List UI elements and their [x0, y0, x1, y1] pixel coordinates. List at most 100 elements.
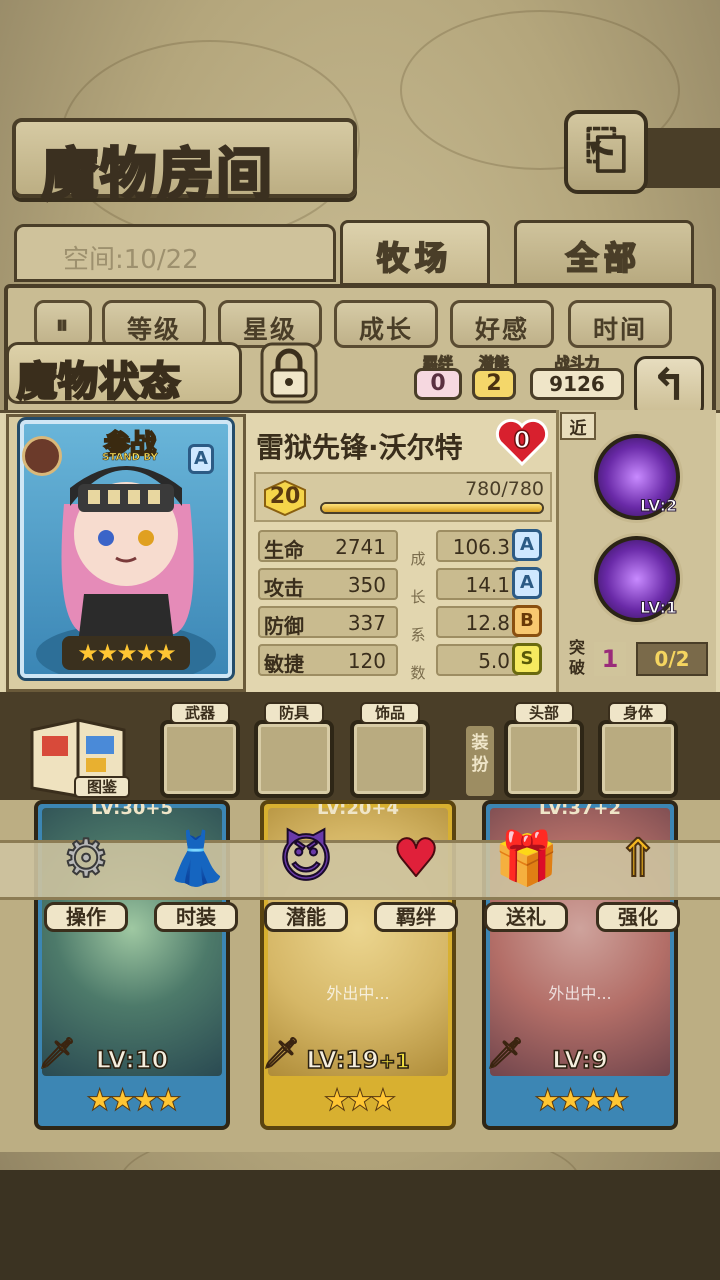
slot-box: [598, 720, 678, 798]
exp-bar: [320, 502, 544, 514]
slot-label: 防具: [264, 702, 324, 724]
skill-slot[interactable]: LV:2: [594, 434, 680, 520]
stat-growth: 14.1: [465, 573, 510, 597]
armor-slot[interactable]: 防具: [254, 702, 334, 800]
stat-value: 120: [347, 649, 386, 673]
stat-growth: 5.0: [478, 649, 510, 673]
star-rating: ★★★★★: [62, 636, 190, 670]
sort-time-button[interactable]: 时间: [568, 300, 672, 348]
gift-button[interactable]: 🎁 送礼: [480, 822, 570, 934]
heart-value: 0: [513, 425, 531, 455]
tab-all[interactable]: 全部: [514, 220, 694, 286]
slot-box: [160, 720, 240, 798]
stat-value: 350: [347, 573, 386, 597]
operate-button[interactable]: ⚙ 操作: [40, 822, 130, 934]
slot-label: 武器: [170, 702, 230, 724]
padlock-icon[interactable]: [258, 340, 320, 406]
slot-box: [504, 720, 584, 798]
power-badge: 战斗力 9126: [530, 352, 624, 402]
sword-icon: 🗡: [261, 1036, 301, 1072]
stat-name: 敏捷: [264, 652, 304, 676]
bond-heart-icon: 0: [494, 418, 550, 467]
rank-badge: A: [188, 444, 214, 474]
card-stars: ★★★★: [86, 1083, 183, 1119]
exp-fill: [322, 504, 542, 512]
grade-badge: A: [512, 529, 542, 561]
slot-label: 头部: [514, 702, 574, 724]
weapon-slot[interactable]: 武器: [160, 702, 240, 800]
pause-sort-icon: ⏸: [55, 310, 71, 339]
tab-label: 牧场: [376, 238, 453, 278]
sword-icon: 🗡: [485, 1036, 525, 1072]
upgrade-button[interactable]: ⇑ 强化: [592, 822, 682, 934]
grade-badge: S: [512, 643, 542, 675]
card-stars: ★★★★: [534, 1083, 631, 1119]
bond-badge: 羁绊 0: [414, 352, 462, 402]
back-button-rail: [640, 128, 720, 188]
upgrade-arrows-icon: ⇑: [615, 828, 661, 890]
grade-badge: A: [512, 567, 542, 599]
skill-level: LV:2: [639, 496, 678, 516]
card-status: 外出中...: [548, 984, 612, 1003]
skill-level: LV:1: [639, 598, 678, 618]
potential-value: 2: [472, 368, 516, 400]
power-value: 9126: [530, 368, 624, 400]
action-label: 潜能: [264, 902, 348, 932]
dress-up-label: 装扮: [466, 726, 494, 796]
stat-growth: 106.3: [452, 535, 510, 559]
slot-box: [254, 720, 334, 798]
card-top-level: LV:37+2: [539, 800, 621, 819]
stat-growth: 12.8: [465, 611, 510, 635]
breakthrough-row[interactable]: 突破 1 0/2: [560, 636, 712, 684]
sort-growth-button[interactable]: 成长: [334, 300, 438, 348]
card-status: 外出中...: [326, 984, 390, 1003]
demon-icon: 😈: [278, 828, 334, 890]
level-badge: 20: [264, 479, 306, 517]
sort-affection-button[interactable]: 好感: [450, 300, 554, 348]
potential-button[interactable]: 😈 潜能: [260, 822, 350, 934]
sort-label: 等级: [126, 315, 181, 344]
skill-slot[interactable]: LV:1: [594, 536, 680, 622]
stat-name: 生命: [264, 538, 304, 562]
tab-ranch[interactable]: 牧场: [340, 220, 490, 286]
sort-label: 好感: [474, 315, 529, 344]
potential-badge: 潜能 2: [472, 352, 516, 402]
break-label: 突破: [568, 638, 585, 677]
range-tag: 近: [560, 412, 596, 440]
page-title: 魔物房间: [41, 141, 274, 210]
status-title: 魔物状态: [16, 357, 182, 407]
action-label: 强化: [596, 902, 680, 932]
monster-name: 雷狱先锋·沃尔特: [256, 431, 463, 464]
break-progress: 0/2: [636, 642, 708, 676]
back-arrow-icon: ⎗: [585, 120, 627, 180]
element-type-icon: [22, 436, 62, 476]
stat-value: 2741: [335, 535, 386, 559]
level-value: 20: [269, 484, 301, 509]
codex-label: 图鉴: [74, 776, 130, 798]
title-banner: 魔物房间: [12, 118, 357, 210]
action-label: 操作: [44, 902, 128, 932]
return-arrow-icon: ↰: [650, 360, 688, 411]
sort-order-toggle[interactable]: ⏸: [34, 300, 92, 348]
card-top-level: LV:20+4: [317, 800, 399, 819]
back-button[interactable]: ⎗: [564, 110, 648, 194]
tab-label: 全部: [565, 238, 642, 278]
sword-icon: 🗡: [37, 1036, 77, 1072]
space-label: 空间:10/22: [63, 245, 199, 275]
card-stars: ★★★: [323, 1083, 397, 1119]
hearts-icon: ♥: [392, 828, 441, 890]
sort-label: 时间: [592, 315, 647, 344]
return-button[interactable]: ↰: [634, 356, 704, 418]
bond-button[interactable]: ♥ 羁绊: [370, 822, 460, 934]
gift-icon: 🎁: [493, 828, 560, 890]
sort-level-button[interactable]: 等级: [102, 300, 206, 348]
space-counter: 空间:10/22: [14, 224, 336, 282]
break-value: 1: [594, 642, 626, 676]
fashion-button[interactable]: 👗 时装: [150, 822, 240, 934]
status-banner: 魔物状态: [6, 342, 242, 407]
stat-value: 337: [347, 611, 386, 635]
slot-label: 饰品: [360, 702, 420, 724]
accessory-slot[interactable]: 饰品: [350, 702, 430, 800]
body-slot[interactable]: 身体: [598, 702, 678, 800]
head-slot[interactable]: 头部: [504, 702, 584, 800]
